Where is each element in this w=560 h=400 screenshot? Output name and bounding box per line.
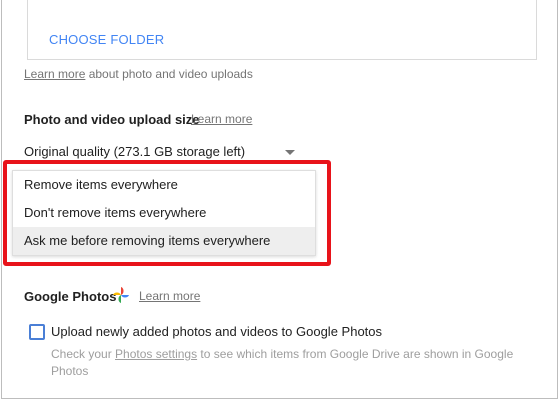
uploads-learn-more-link[interactable]: Learn more	[24, 67, 85, 81]
google-photos-title: Google Photos	[24, 289, 117, 304]
folder-card: CHOOSE FOLDER	[27, 0, 537, 60]
choose-folder-button[interactable]: CHOOSE FOLDER	[49, 32, 164, 47]
menu-item-dont-remove-everywhere[interactable]: Don't remove items everywhere	[13, 199, 315, 227]
menu-item-remove-everywhere[interactable]: Remove items everywhere	[13, 171, 315, 199]
upload-to-photos-label[interactable]: Upload newly added photos and videos to …	[51, 324, 382, 339]
photos-help-text: Check your Photos settings to see which …	[51, 346, 531, 380]
uploads-info-line: Learn more about photo and video uploads	[24, 67, 253, 81]
upload-size-title: Photo and video upload size	[24, 112, 200, 127]
help-prefix: Check your	[51, 347, 116, 361]
upload-size-learn-more-link[interactable]: Learn more	[191, 112, 252, 126]
upload-quality-selected: Original quality (273.1 GB storage left)	[24, 144, 246, 159]
uploads-info-text: about photo and video uploads	[85, 67, 253, 81]
remove-items-menu: Remove items everywhere Don't remove ite…	[12, 170, 316, 256]
menu-item-ask-before-removing[interactable]: Ask me before removing items everywhere	[13, 227, 315, 255]
photos-settings-link[interactable]: Photos settings	[115, 347, 197, 361]
google-photos-learn-more-link[interactable]: Learn more	[139, 289, 200, 303]
dropdown-arrow-icon	[285, 150, 295, 155]
google-photos-pinwheel-icon	[112, 286, 130, 304]
upload-quality-dropdown[interactable]: Original quality (273.1 GB storage left)	[24, 144, 299, 162]
upload-to-photos-checkbox[interactable]	[29, 324, 45, 340]
